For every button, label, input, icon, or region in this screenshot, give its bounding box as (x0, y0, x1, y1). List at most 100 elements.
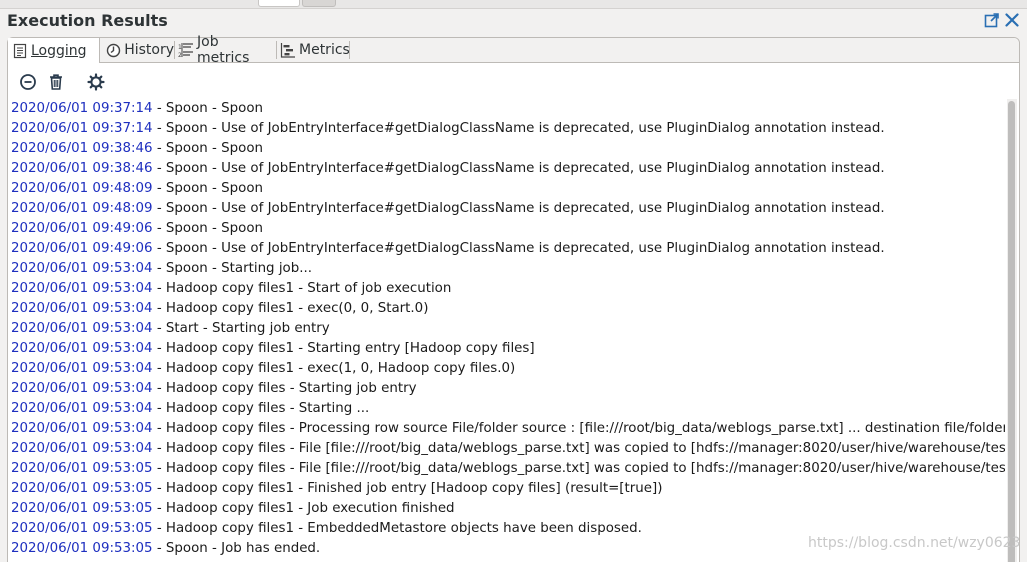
log-message: - Hadoop copy files - File [file:///root… (152, 441, 1005, 456)
tab-separator (349, 41, 350, 59)
log-message: - Spoon - Starting job... (152, 261, 312, 276)
log-line: 2020/06/01 09:53:04 - Hadoop copy files … (10, 419, 1005, 439)
top-tab-stub-2[interactable] (302, 0, 336, 7)
execution-results-window: Execution Results Logging History 1 2 Jo… (0, 0, 1027, 562)
top-tab-strip (0, 0, 1027, 9)
log-line: 2020/06/01 09:53:04 - Hadoop copy files1… (10, 279, 1005, 299)
log-timestamp: 2020/06/01 09:53:04 (11, 301, 153, 316)
tab-metrics-label: Metrics (299, 42, 350, 58)
log-message: - Spoon - Job has ended. (152, 541, 321, 556)
log-timestamp: 2020/06/01 09:53:04 (11, 421, 153, 436)
log-settings-button[interactable] (86, 72, 106, 92)
log-timestamp: 2020/06/01 09:53:04 (11, 361, 153, 376)
log-output[interactable]: 2020/06/01 09:37:14 - Spoon - Spoon 2020/… (10, 99, 1005, 562)
gantt-chart-icon (280, 42, 296, 58)
log-message: - Start - Starting job entry (152, 321, 330, 336)
log-message: - Spoon - Spoon (152, 101, 264, 116)
log-timestamp: 2020/06/01 09:53:04 (11, 381, 153, 396)
svg-text:2: 2 (178, 52, 182, 58)
log-timestamp: 2020/06/01 09:49:06 (11, 241, 153, 256)
svg-text:1: 1 (178, 44, 182, 51)
clear-log-button[interactable] (46, 72, 66, 92)
log-message: - Hadoop copy files - Starting ... (152, 401, 370, 416)
results-panel: Logging History 1 2 Job metrics Metrics … (7, 34, 1020, 562)
log-message: - Hadoop copy files1 - Starting entry [H… (152, 341, 535, 356)
popout-icon (984, 13, 999, 28)
log-line: 2020/06/01 09:37:14 - Spoon - Spoon (10, 99, 1005, 119)
log-line: 2020/06/01 09:53:04 - Hadoop copy files … (10, 439, 1005, 459)
log-timestamp: 2020/06/01 09:53:05 (11, 501, 153, 516)
log-line: 2020/06/01 09:53:04 - Hadoop copy files1… (10, 299, 1005, 319)
log-line: 2020/06/01 09:53:04 - Hadoop copy files1… (10, 359, 1005, 379)
log-message: - Spoon - Spoon (152, 181, 264, 196)
log-message: - Spoon - Use of JobEntryInterface#getDi… (152, 161, 885, 176)
log-message: - Hadoop copy files - File [file:///root… (152, 461, 1005, 476)
panel-title: Execution Results (7, 11, 168, 30)
results-tabbar: Logging History 1 2 Job metrics Metrics (8, 34, 1019, 66)
log-message: - Hadoop copy files1 - Start of job exec… (152, 281, 452, 296)
log-timestamp: 2020/06/01 09:49:06 (11, 221, 153, 236)
log-message: - Spoon - Use of JobEntryInterface#getDi… (152, 121, 885, 136)
tab-history-label: History (124, 42, 174, 58)
log-line: 2020/06/01 09:53:04 - Spoon - Starting j… (10, 259, 1005, 279)
log-timestamp: 2020/06/01 09:48:09 (11, 201, 153, 216)
log-timestamp: 2020/06/01 09:53:04 (11, 261, 153, 276)
log-message: - Hadoop copy files1 - exec(0, 0, Start.… (152, 301, 429, 316)
log-line: 2020/06/01 09:49:06 - Spoon - Use of Job… (10, 239, 1005, 259)
log-timestamp: 2020/06/01 09:53:04 (11, 341, 153, 356)
log-timestamp: 2020/06/01 09:53:05 (11, 541, 153, 556)
log-timestamp: 2020/06/01 09:53:04 (11, 321, 153, 336)
logging-toolbar (8, 63, 1019, 99)
log-timestamp: 2020/06/01 09:48:09 (11, 181, 153, 196)
log-vertical-scrollbar[interactable] (1007, 99, 1017, 562)
log-timestamp: 2020/06/01 09:53:05 (11, 481, 153, 496)
log-message: - Hadoop copy files - Starting job entry (152, 381, 417, 396)
log-message: - Spoon - Use of JobEntryInterface#getDi… (152, 201, 885, 216)
tab-history[interactable]: History (102, 38, 174, 62)
log-timestamp: 2020/06/01 09:53:05 (11, 461, 153, 476)
stop-button[interactable] (18, 72, 38, 92)
log-line: 2020/06/01 09:37:14 - Spoon - Use of Job… (10, 119, 1005, 139)
tab-job-metrics-label: Job metrics (197, 34, 250, 66)
log-timestamp: 2020/06/01 09:53:05 (11, 521, 153, 536)
log-line: 2020/06/01 09:38:46 - Spoon - Spoon (10, 139, 1005, 159)
log-timestamp: 2020/06/01 09:37:14 (11, 121, 153, 136)
log-timestamp: 2020/06/01 09:53:04 (11, 281, 153, 296)
log-line: 2020/06/01 09:53:05 - Hadoop copy files1… (10, 479, 1005, 499)
watermark: https://blog.csdn.net/wzy0623 (808, 535, 1021, 551)
tab-job-metrics[interactable]: 1 2 Job metrics (174, 34, 275, 66)
tab-logging[interactable]: Logging (8, 38, 100, 63)
log-message: - Hadoop copy files - Processing row sou… (152, 421, 1005, 436)
log-message: - Spoon - Use of JobEntryInterface#getDi… (152, 241, 885, 256)
log-message: - Spoon - Spoon (152, 141, 264, 156)
log-line: 2020/06/01 09:48:09 - Spoon - Use of Job… (10, 199, 1005, 219)
close-icon (1005, 13, 1019, 27)
stop-circle-icon (20, 74, 36, 90)
log-line: 2020/06/01 09:53:04 - Start - Starting j… (10, 319, 1005, 339)
tab-metrics[interactable]: Metrics (276, 38, 350, 62)
popout-button[interactable] (983, 11, 1001, 29)
log-timestamp: 2020/06/01 09:53:04 (11, 401, 153, 416)
log-timestamp: 2020/06/01 09:53:04 (11, 441, 153, 456)
log-line: 2020/06/01 09:53:04 - Hadoop copy files1… (10, 339, 1005, 359)
log-message: - Hadoop copy files1 - Job execution fin… (152, 501, 455, 516)
tab-logging-label: Logging (31, 42, 87, 59)
log-message: - Hadoop copy files1 - exec(1, 0, Hadoop… (152, 361, 516, 376)
log-timestamp: 2020/06/01 09:38:46 (11, 141, 153, 156)
close-button[interactable] (1003, 11, 1021, 29)
scrollbar-thumb[interactable] (1008, 101, 1015, 562)
log-line: 2020/06/01 09:53:05 - Hadoop copy files … (10, 459, 1005, 479)
log-timestamp: 2020/06/01 09:37:14 (11, 101, 153, 116)
document-icon (12, 43, 28, 59)
log-line: 2020/06/01 09:49:06 - Spoon - Spoon (10, 219, 1005, 239)
clock-icon (106, 42, 121, 58)
gear-icon (87, 73, 105, 91)
log-line: 2020/06/01 09:38:46 - Spoon - Use of Job… (10, 159, 1005, 179)
log-message: - Spoon - Spoon (152, 221, 264, 236)
log-message: - Hadoop copy files1 - Finished job entr… (152, 481, 663, 496)
log-line: 2020/06/01 09:53:05 - Hadoop copy files1… (10, 499, 1005, 519)
log-line: 2020/06/01 09:53:04 - Hadoop copy files … (10, 379, 1005, 399)
log-line: 2020/06/01 09:48:09 - Spoon - Spoon (10, 179, 1005, 199)
trash-icon (50, 74, 62, 90)
top-tab-stub-1[interactable] (258, 0, 300, 7)
